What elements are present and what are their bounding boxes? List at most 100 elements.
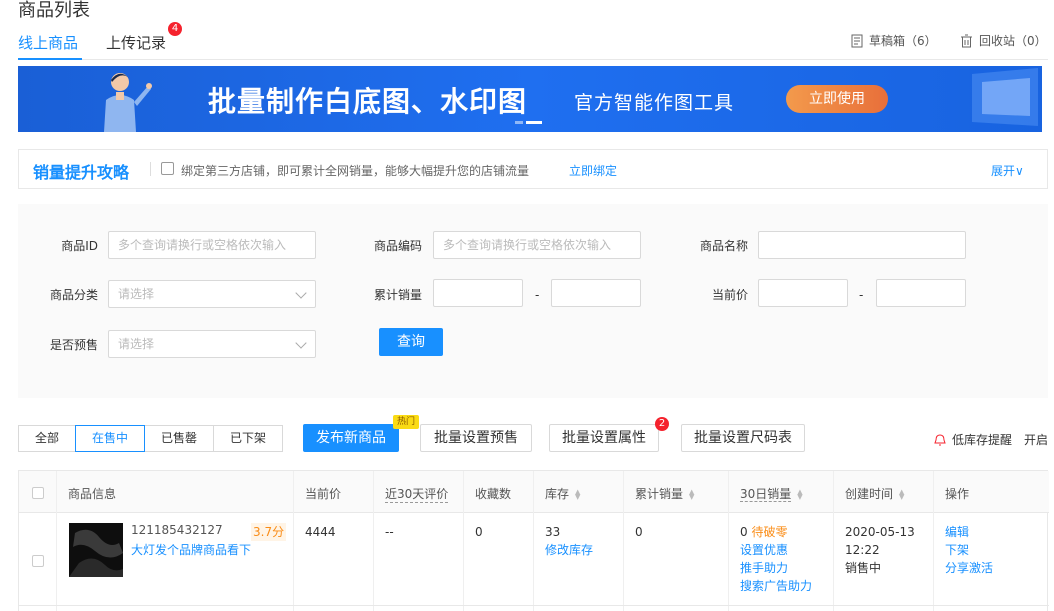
product-thumbnail[interactable] — [69, 523, 123, 577]
product-id-input[interactable]: 多个查询请换行或空格依次输入 — [108, 231, 316, 259]
sort-icon[interactable]: ▲ ▼ — [575, 488, 580, 500]
table-header: 商品信息 当前价 近30天评价 收藏数 库存 ▲ ▼ 累计销量 ▲ ▼ 30日销量 ▲ ▼ … — [19, 471, 1049, 513]
created-time: 12:22 — [845, 543, 880, 557]
col-favorites: 收藏数 — [475, 487, 512, 501]
bind-now-link[interactable]: 立即绑定 — [569, 162, 617, 179]
price-max-input[interactable] — [876, 279, 966, 307]
edit-link[interactable]: 编辑 — [945, 523, 969, 541]
carousel-dot-active[interactable] — [526, 121, 542, 124]
trash-icon — [961, 34, 972, 47]
strategy-description: 绑定第三方店铺，即可累计全网销量，能够大幅提升您的店铺流量 — [181, 164, 530, 178]
row-checkbox[interactable] — [32, 555, 44, 567]
product-id-label: 商品ID — [61, 239, 98, 253]
status-tab-all[interactable]: 全部 — [18, 425, 76, 452]
batch-attribute-button[interactable]: 批量设置属性 — [549, 424, 659, 452]
product-code-label: 商品编码 — [373, 239, 422, 253]
presale-label: 是否预售 — [49, 338, 98, 352]
low-stock-enable-link[interactable]: 开启 — [1024, 431, 1048, 448]
col-current-price: 当前价 — [305, 487, 342, 501]
expand-toggle[interactable]: 展开∨ — [991, 162, 1024, 179]
drafts-link[interactable]: 草稿箱（6） — [851, 32, 937, 49]
product-code-input[interactable]: 多个查询请换行或空格依次输入 — [433, 231, 641, 259]
low-stock-reminder: 低库存提醒 — [934, 431, 1012, 448]
column-divider — [373, 471, 374, 611]
query-button[interactable]: 查询 — [379, 328, 443, 356]
banner-title: 批量制作白底图、水印图 — [208, 85, 528, 118]
tab-online-products[interactable]: 线上商品 — [18, 32, 78, 53]
category-select[interactable]: 请选择 — [108, 280, 316, 308]
status-tabs: 全部 在售中 已售罄 已下架 — [18, 425, 283, 452]
total-sales-min-input[interactable] — [433, 279, 523, 307]
sort-icon[interactable]: ▲ ▼ — [797, 488, 802, 500]
select-all-checkbox[interactable] — [32, 487, 44, 499]
current-price-label: 当前价 — [711, 288, 748, 302]
favorites-cell: 0 — [475, 525, 483, 539]
take-down-link[interactable]: 下架 — [945, 541, 969, 559]
col-30day-sales-label: 30日销量 — [740, 487, 792, 502]
row-divider — [19, 605, 1049, 606]
batch-size-chart-button[interactable]: 批量设置尺码表 — [681, 424, 805, 452]
product-name-input[interactable] — [758, 231, 966, 259]
status-tab-off-shelf[interactable]: 已下架 — [213, 425, 283, 452]
batch-attribute-badge: 2 — [655, 417, 669, 431]
col-created-time[interactable]: 创建时间 ▲ ▼ — [845, 485, 904, 502]
sales-strategy-bar: 销量提升攻略 绑定第三方店铺，即可累计全网销量，能够大幅提升您的店铺流量 立即绑… — [18, 149, 1048, 189]
col-operations: 操作 — [945, 487, 970, 501]
promoter-boost-link[interactable]: 推手助力 — [740, 559, 788, 577]
total-sales-range-dash: - — [535, 288, 540, 302]
carousel-dot[interactable] — [515, 121, 523, 124]
category-placeholder: 请选择 — [118, 287, 155, 301]
sort-icon[interactable]: ▲ ▼ — [899, 488, 904, 500]
status-tab-on-sale[interactable]: 在售中 — [75, 425, 145, 452]
product-name-link[interactable]: 大灯发个品牌商品看下 — [131, 541, 251, 559]
price-range-dash: - — [859, 288, 864, 302]
screen-illustration-icon — [972, 68, 1038, 126]
rating-cell: -- — [385, 525, 394, 539]
column-divider — [623, 471, 624, 611]
promo-banner[interactable]: 批量制作白底图、水印图 官方智能作图工具 立即使用 — [18, 66, 1042, 132]
product-id: 121185432127 — [131, 523, 223, 537]
sales30-value: 0 — [740, 525, 748, 539]
product-table: 商品信息 当前价 近30天评价 收藏数 库存 ▲ ▼ 累计销量 ▲ ▼ 30日销量 ▲ ▼ … — [18, 470, 1049, 611]
product-name-label: 商品名称 — [699, 239, 748, 253]
product-status: 销售中 — [845, 561, 882, 575]
column-divider — [833, 471, 834, 611]
col-30day-sales[interactable]: 30日销量 ▲ ▼ — [740, 485, 803, 502]
col-total-sales-label: 累计销量 — [635, 487, 684, 501]
search-ad-boost-link[interactable]: 搜索广告助力 — [740, 577, 812, 595]
hot-badge: 热门 — [393, 415, 419, 429]
col-stock[interactable]: 库存 ▲ ▼ — [545, 485, 580, 502]
status-tab-sold-out[interactable]: 已售罄 — [144, 425, 214, 452]
recycle-link[interactable]: 回收站（0） — [960, 32, 1047, 49]
sales30-tag: 待破零 — [751, 525, 788, 539]
bell-icon — [934, 433, 946, 445]
share-activate-link[interactable]: 分享激活 — [945, 559, 993, 577]
tab-upload-records[interactable]: 上传记录 — [106, 32, 166, 53]
total-sales-cell: 0 — [635, 525, 643, 539]
banner-use-now-button[interactable]: 立即使用 — [786, 85, 888, 113]
column-divider — [56, 471, 57, 611]
strategy-divider — [150, 162, 151, 176]
person-illustration-icon — [104, 73, 152, 132]
presale-select[interactable]: 请选择 — [108, 330, 316, 358]
document-icon — [851, 34, 863, 47]
publish-new-product-button[interactable]: 发布新商品 — [303, 424, 399, 452]
col-total-sales[interactable]: 累计销量 ▲ ▼ — [635, 485, 694, 502]
chevron-down-icon — [295, 337, 307, 349]
price-cell: 4444 — [305, 525, 336, 539]
batch-presale-button[interactable]: 批量设置预售 — [420, 424, 532, 452]
col-30day-rating[interactable]: 近30天评价 — [385, 485, 449, 503]
col-product-info: 商品信息 — [68, 487, 117, 501]
price-min-input[interactable] — [758, 279, 848, 307]
banner-carousel-dots[interactable] — [515, 121, 545, 132]
column-divider — [293, 471, 294, 611]
edit-stock-link[interactable]: 修改库存 — [545, 541, 593, 559]
presale-placeholder: 请选择 — [118, 337, 155, 351]
sort-icon[interactable]: ▲ ▼ — [689, 488, 694, 500]
product-image-icon — [69, 523, 123, 577]
total-sales-max-input[interactable] — [551, 279, 641, 307]
category-label: 商品分类 — [49, 288, 98, 302]
strategy-title: 销量提升攻略 — [33, 163, 130, 182]
tab-active-underline — [18, 58, 82, 60]
set-discount-link[interactable]: 设置优惠 — [740, 541, 788, 559]
